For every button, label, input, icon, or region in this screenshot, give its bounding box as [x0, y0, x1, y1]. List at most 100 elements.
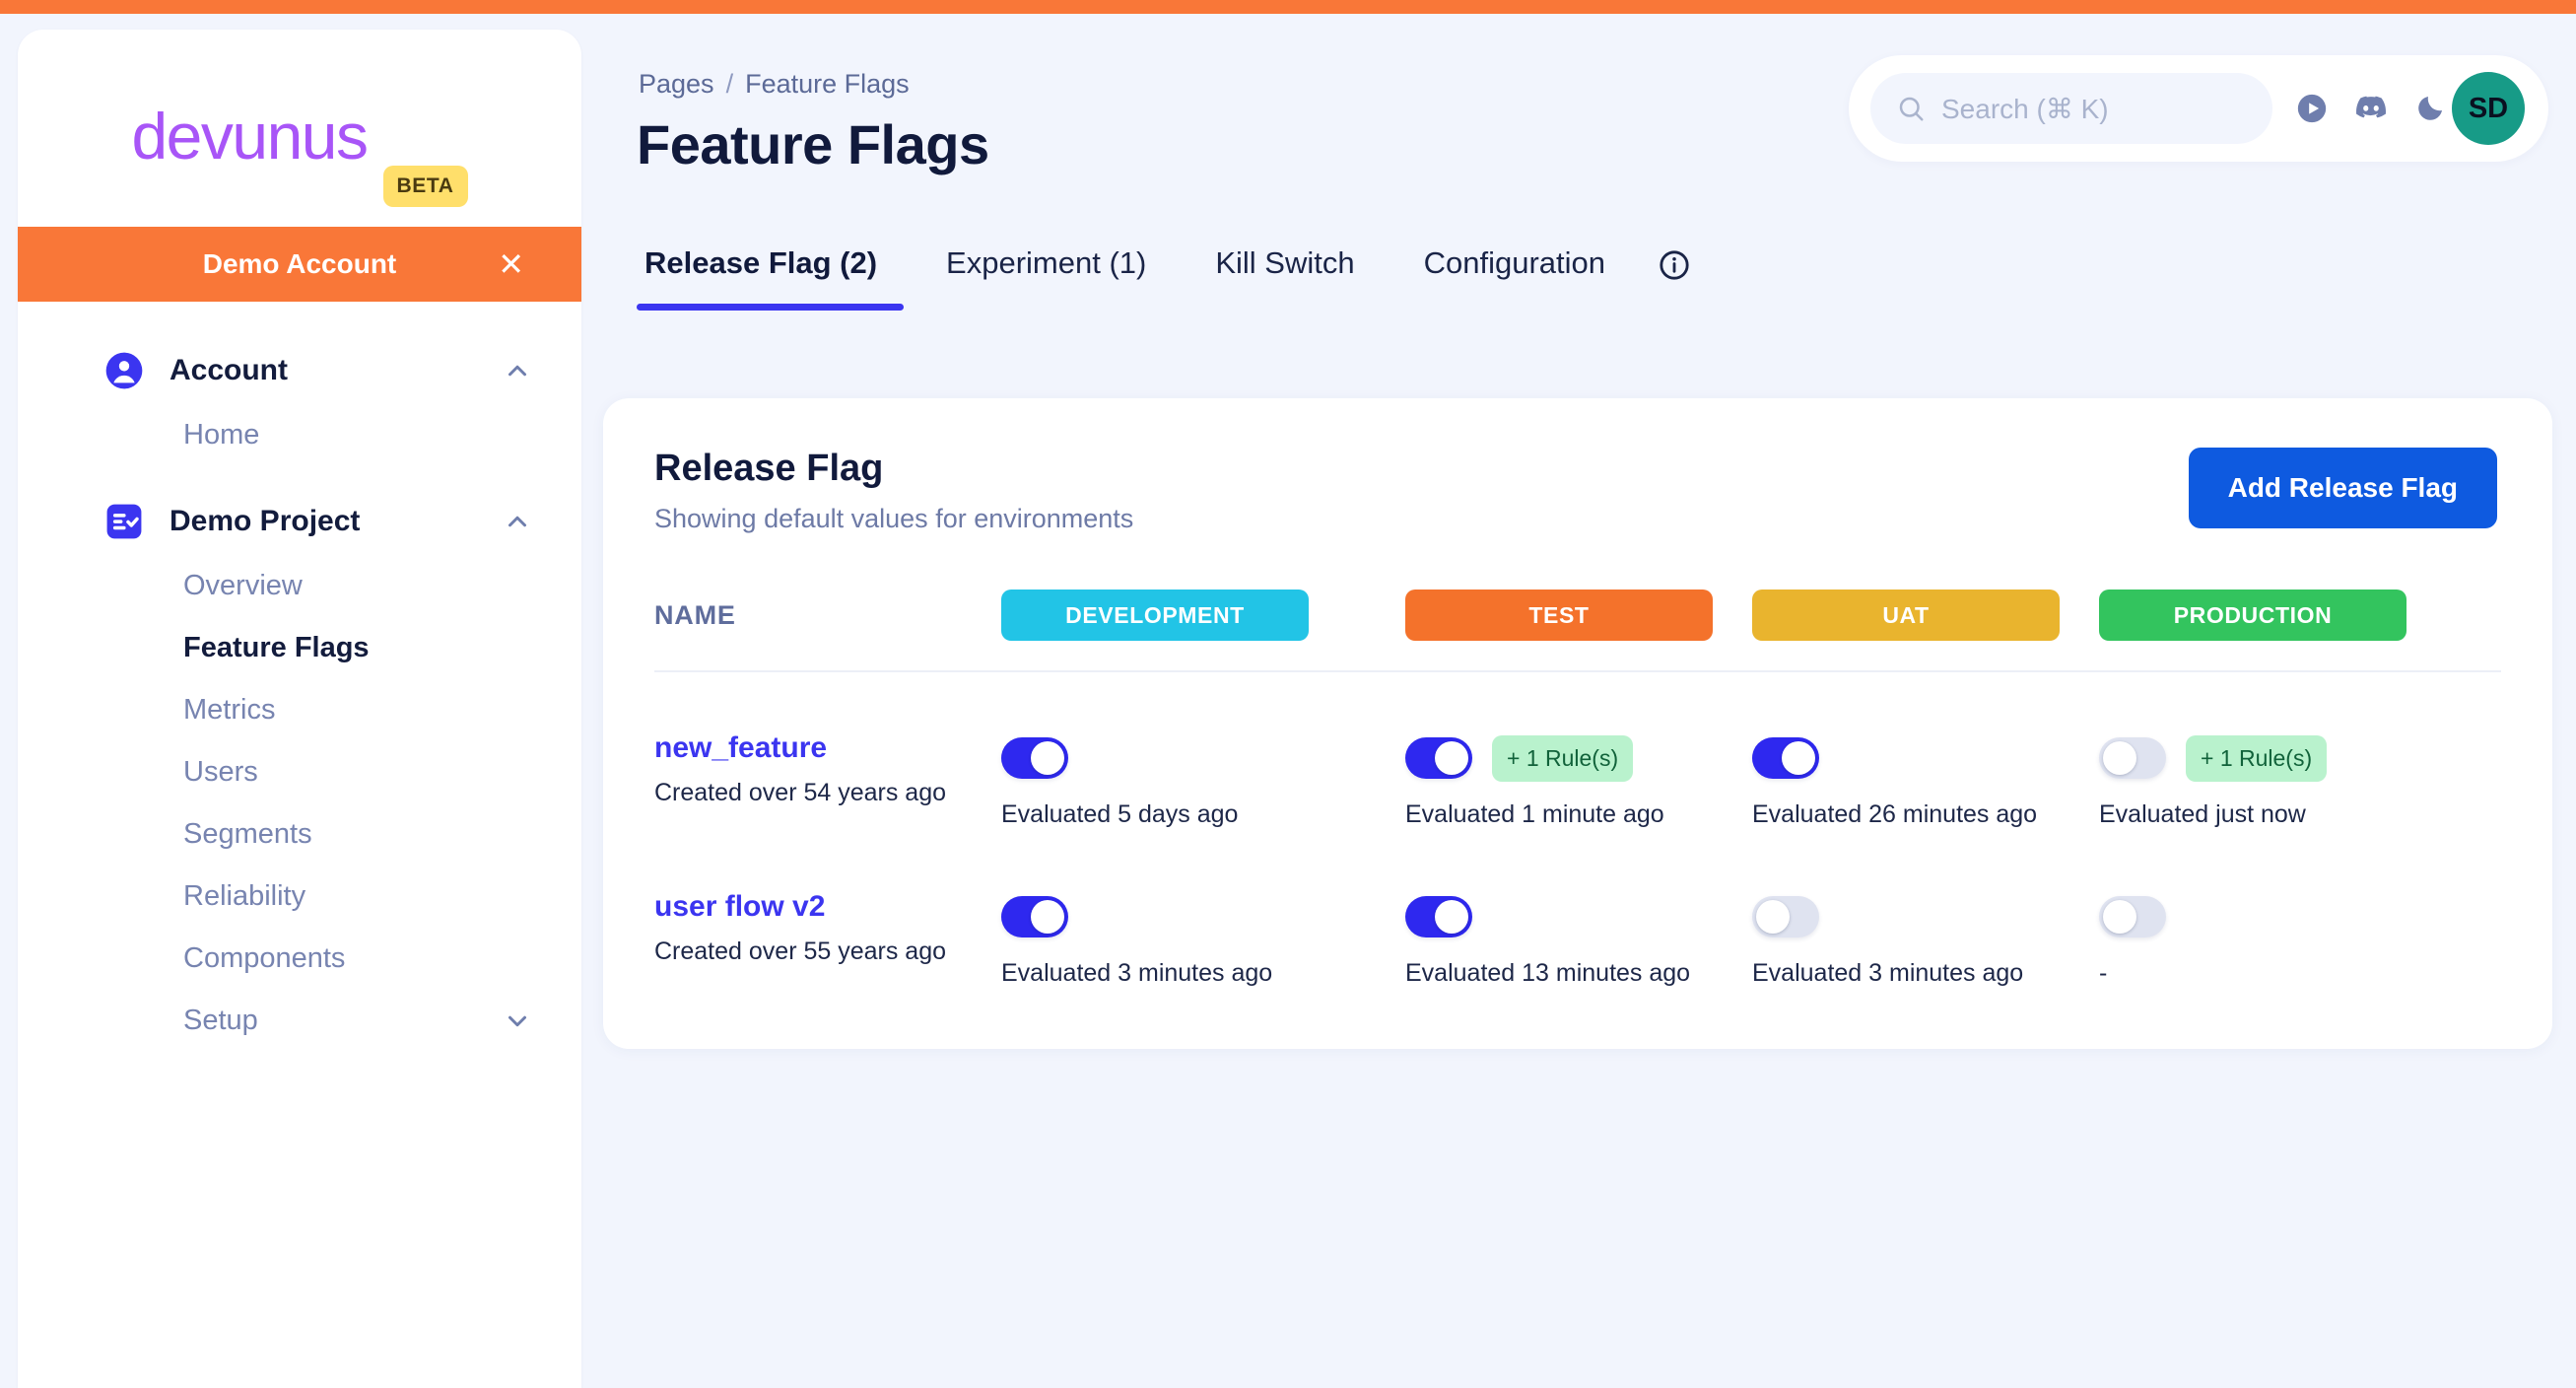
beta-badge: BETA	[383, 166, 468, 207]
sidebar-item-label: Metrics	[183, 694, 532, 727]
play-circle-icon[interactable]	[2294, 91, 2330, 126]
flag-toggle[interactable]	[1752, 896, 1819, 937]
sidebar-item-label: Home	[183, 419, 532, 451]
sidebar-item-components[interactable]: Components	[18, 928, 581, 990]
flag-toggle[interactable]	[2099, 737, 2166, 779]
sidebar-group-label: Account	[169, 354, 503, 387]
sidebar-item-home[interactable]: Home	[18, 404, 581, 466]
sidebar-item-label: Reliability	[183, 880, 532, 913]
sidebar-group-label: Demo Project	[169, 505, 503, 538]
release-flag-table: NAME DEVELOPMENT TEST UAT PRODUCTION	[654, 590, 2501, 988]
sidebar-group-demo-project[interactable]: Demo Project	[18, 488, 581, 555]
account-banner[interactable]: Demo Account ✕	[18, 227, 581, 302]
sidebar-item-reliability[interactable]: Reliability	[18, 866, 581, 928]
top-accent-bar	[0, 0, 2576, 14]
card-header: Release Flag Showing default values for …	[603, 398, 2552, 534]
sidebar: devunus BETA Demo Account ✕ Account	[18, 30, 581, 1388]
user-circle-icon	[104, 351, 144, 390]
flag-name-cell: new_feature Created over 54 years ago	[654, 731, 1001, 807]
tab-release-flag[interactable]: Release Flag (2)	[637, 245, 912, 311]
table-header-row: NAME DEVELOPMENT TEST UAT PRODUCTION	[654, 590, 2501, 641]
rule-badge[interactable]: + 1 Rule(s)	[1492, 735, 1633, 782]
close-icon[interactable]: ✕	[498, 248, 524, 280]
sidebar-group-account[interactable]: Account	[18, 337, 581, 404]
flag-name-link[interactable]: user flow v2	[654, 890, 1001, 924]
tab-configuration[interactable]: Configuration	[1390, 245, 1640, 311]
brand-logo[interactable]: devunus BETA	[18, 30, 581, 227]
header-icon-group	[2294, 91, 2448, 126]
flag-toggle[interactable]	[1405, 737, 1472, 779]
sidebar-item-label: Segments	[183, 818, 532, 851]
sidebar-item-label: Users	[183, 756, 532, 789]
breadcrumb-separator: /	[726, 69, 734, 100]
column-header-production: PRODUCTION	[2099, 590, 2407, 641]
table-row: new_feature Created over 54 years ago Ev…	[654, 672, 2501, 829]
chevron-up-icon[interactable]	[503, 507, 532, 536]
flag-name-cell: user flow v2 Created over 55 years ago	[654, 890, 1001, 966]
header-toolbar: Search (⌘ K) SD	[1849, 55, 2548, 162]
tab-kill-switch[interactable]: Kill Switch	[1181, 245, 1389, 311]
sidebar-item-feature-flags[interactable]: Feature Flags	[18, 617, 581, 679]
sidebar-item-label: Overview	[183, 570, 532, 602]
flag-toggle[interactable]	[1001, 737, 1068, 779]
flag-evaluated-text: Evaluated 3 minutes ago	[1001, 959, 1405, 988]
page-title: Feature Flags	[637, 112, 989, 176]
card-header-text: Release Flag Showing default values for …	[654, 448, 1133, 534]
column-header-development-wrap: DEVELOPMENT	[1001, 590, 1405, 641]
flag-cell-production: -	[2099, 890, 2493, 988]
flag-evaluated-text: Evaluated 1 minute ago	[1405, 800, 1752, 829]
card-subtitle: Showing default values for environments	[654, 504, 1133, 534]
main-area: Pages / Feature Flags Feature Flags Sear…	[581, 14, 2576, 1388]
moon-icon[interactable]	[2412, 91, 2448, 126]
breadcrumb-parent[interactable]: Pages	[639, 69, 714, 100]
column-header-name: NAME	[654, 600, 1001, 631]
column-header-production-wrap: PRODUCTION	[2099, 590, 2493, 641]
flag-cell-uat: Evaluated 3 minutes ago	[1752, 890, 2099, 988]
chevron-down-icon[interactable]	[503, 1006, 532, 1036]
project-checklist-icon	[104, 502, 144, 541]
tab-experiment[interactable]: Experiment (1)	[912, 245, 1181, 311]
flag-evaluated-text: -	[2099, 959, 2493, 988]
tab-bar: Release Flag (2) Experiment (1) Kill Swi…	[637, 245, 1691, 311]
flag-evaluated-text: Evaluated 5 days ago	[1001, 800, 1405, 829]
app-root: devunus BETA Demo Account ✕ Account	[0, 0, 2576, 1388]
column-header-test-wrap: TEST	[1405, 590, 1752, 641]
flag-cell-uat: Evaluated 26 minutes ago	[1752, 731, 2099, 829]
flag-cell-development: Evaluated 5 days ago	[1001, 731, 1405, 829]
flag-evaluated-text: Evaluated 3 minutes ago	[1752, 959, 2099, 988]
sidebar-item-setup[interactable]: Setup	[18, 990, 581, 1052]
flag-toggle[interactable]	[2099, 896, 2166, 937]
search-icon	[1896, 94, 1926, 123]
discord-icon[interactable]	[2353, 91, 2389, 126]
sidebar-item-label: Feature Flags	[183, 632, 532, 664]
sidebar-item-users[interactable]: Users	[18, 741, 581, 803]
account-banner-label: Demo Account	[203, 248, 397, 280]
info-circle-icon[interactable]	[1658, 248, 1691, 282]
table-row: user flow v2 Created over 55 years ago E…	[654, 829, 2501, 988]
card-title: Release Flag	[654, 448, 1133, 490]
flag-toggle[interactable]	[1752, 737, 1819, 779]
breadcrumb: Pages / Feature Flags	[639, 69, 910, 100]
search-input[interactable]: Search (⌘ K)	[1870, 73, 2272, 144]
flag-created-text: Created over 55 years ago	[654, 937, 1001, 966]
sidebar-item-overview[interactable]: Overview	[18, 555, 581, 617]
sidebar-item-label: Components	[183, 942, 532, 975]
column-header-test: TEST	[1405, 590, 1713, 641]
flag-cell-test: + 1 Rule(s) Evaluated 1 minute ago	[1405, 731, 1752, 829]
chevron-up-icon[interactable]	[503, 356, 532, 385]
search-placeholder: Search (⌘ K)	[1941, 93, 2109, 125]
flag-name-link[interactable]: new_feature	[654, 731, 1001, 765]
flag-cell-development: Evaluated 3 minutes ago	[1001, 890, 1405, 988]
flag-toggle[interactable]	[1001, 896, 1068, 937]
breadcrumb-current: Feature Flags	[745, 69, 910, 100]
add-release-flag-button[interactable]: Add Release Flag	[2189, 448, 2497, 528]
sidebar-item-segments[interactable]: Segments	[18, 803, 581, 866]
sidebar-nav: Account Home D	[18, 302, 581, 1052]
column-header-uat: UAT	[1752, 590, 2060, 641]
flag-evaluated-text: Evaluated just now	[2099, 800, 2493, 829]
rule-badge[interactable]: + 1 Rule(s)	[2186, 735, 2327, 782]
flag-toggle[interactable]	[1405, 896, 1472, 937]
sidebar-item-metrics[interactable]: Metrics	[18, 679, 581, 741]
flag-cell-test: Evaluated 13 minutes ago	[1405, 890, 1752, 988]
avatar[interactable]: SD	[2452, 72, 2525, 145]
